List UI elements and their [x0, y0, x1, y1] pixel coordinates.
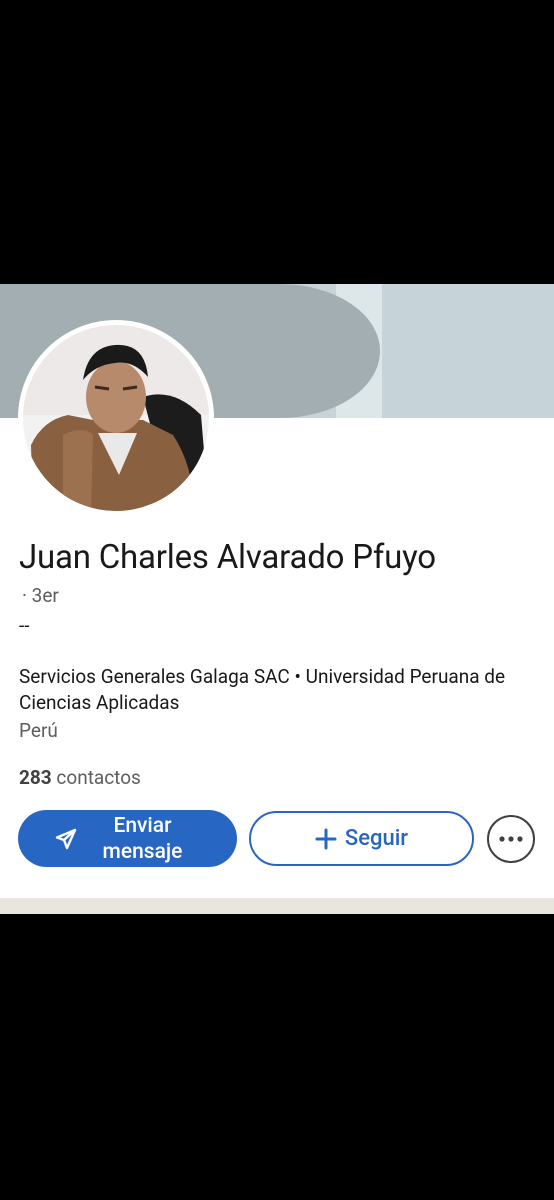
- connection-degree: · 3er: [22, 584, 59, 607]
- screen: Juan Charles Alvarado Pfuyo · 3er -- Ser…: [0, 0, 554, 1200]
- profile-name: Juan Charles Alvarado Pfuyo: [19, 538, 436, 577]
- ellipsis-icon: [499, 836, 523, 842]
- banner-light-region: [380, 284, 554, 418]
- send-icon: [55, 828, 77, 850]
- send-message-button[interactable]: Enviar mensaje: [18, 810, 237, 867]
- profile-headline: --: [19, 614, 30, 637]
- connections-count[interactable]: 283 contactos: [19, 766, 141, 789]
- avatar-photo: [23, 325, 209, 511]
- plus-icon: [315, 828, 337, 849]
- connections-number: 283: [19, 766, 52, 789]
- profile-card: Juan Charles Alvarado Pfuyo · 3er -- Ser…: [0, 284, 554, 898]
- send-message-label: Enviar mensaje: [102, 813, 183, 864]
- profile-location: Perú: [19, 719, 58, 742]
- profile-avatar[interactable]: [18, 320, 214, 516]
- follow-button[interactable]: Seguir: [249, 811, 474, 866]
- section-divider: [0, 898, 554, 914]
- follow-label: Seguir: [344, 826, 409, 851]
- connections-label: contactos: [51, 766, 141, 789]
- more-options-button[interactable]: [487, 815, 535, 863]
- profile-education[interactable]: Servicios Generales Galaga SAC • Univers…: [19, 664, 519, 716]
